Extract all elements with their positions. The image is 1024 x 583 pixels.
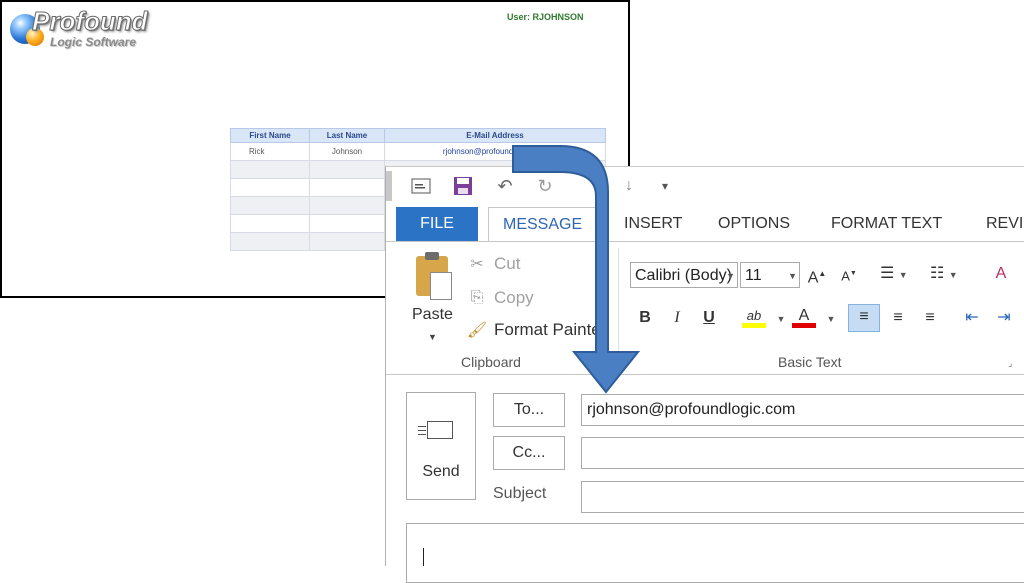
- format-painter-button[interactable]: 🖌 Format Painter: [466, 318, 607, 342]
- cell-last-name: [309, 196, 385, 215]
- cell-first-name: Rick: [230, 142, 310, 161]
- cell-first-name: [230, 232, 310, 251]
- column-header-last-name[interactable]: Last Name: [309, 128, 385, 143]
- quick-access-toolbar: ↶ ↻ ↓ ▾: [386, 167, 1024, 203]
- align-right-icon[interactable]: ≡: [916, 306, 944, 330]
- cell-first-name: [230, 214, 310, 233]
- cell-last-name: [309, 214, 385, 233]
- scissors-icon: ✂: [470, 256, 484, 273]
- dialog-launcher-icon[interactable]: ⌟: [1008, 358, 1012, 369]
- cell-first-name: [230, 178, 310, 197]
- send-envelope-icon: [418, 421, 453, 439]
- send-label: Send: [422, 463, 460, 480]
- highlight-color-icon[interactable]: ab: [740, 304, 768, 328]
- redo-icon[interactable]: ↻: [534, 175, 556, 197]
- ribbon: Paste ▼ ✂ Cut ⎘ Copy 🖌 Format Painter Cl…: [386, 241, 1024, 375]
- numbering-icon[interactable]: ☷ ▼: [930, 262, 958, 286]
- font-color-dropdown-icon[interactable]: ▼: [820, 306, 842, 330]
- cut-button[interactable]: ✂ Cut: [466, 252, 520, 276]
- cell-first-name: [230, 160, 310, 179]
- column-header-first-name[interactable]: First Name: [230, 128, 310, 143]
- profound-logo: Profound Logic Software: [6, 6, 166, 52]
- decrease-indent-icon[interactable]: ⇤: [958, 306, 986, 330]
- tab-file[interactable]: FILE: [396, 207, 478, 241]
- format-painter-label: Format Painter: [494, 320, 607, 339]
- message-window-icon[interactable]: [410, 175, 432, 197]
- tab-format-text[interactable]: FORMAT TEXT: [831, 207, 942, 241]
- highlight-swatch: [742, 323, 766, 328]
- paste-sheet-icon: [430, 272, 452, 300]
- clipboard-group-label: Clipboard: [461, 354, 521, 370]
- logo-subtitle: Logic Software: [50, 35, 137, 49]
- font-color-icon[interactable]: A: [790, 304, 818, 328]
- font-name-value: Calibri (Body): [635, 267, 732, 284]
- cc-button[interactable]: Cc...: [493, 436, 565, 470]
- font-color-swatch: [792, 323, 816, 328]
- subject-field[interactable]: [581, 481, 1024, 513]
- basic-text-group-label: Basic Text: [778, 354, 842, 370]
- shrink-font-icon[interactable]: A▼: [838, 262, 860, 286]
- cell-last-name: [309, 232, 385, 251]
- chevron-down-icon: ▼: [788, 271, 797, 281]
- cell-email-link[interactable]: rjohnson@profoundlogic.com: [384, 142, 606, 161]
- column-header-email[interactable]: E-Mail Address: [384, 128, 606, 143]
- copy-icon: ⎘: [470, 289, 484, 306]
- cut-label: Cut: [494, 254, 521, 273]
- copy-label: Copy: [494, 288, 534, 307]
- paste-label: Paste: [412, 306, 453, 323]
- chevron-down-icon: ▼: [726, 271, 735, 281]
- text-cursor: [423, 548, 424, 566]
- paste-button[interactable]: Paste ▼: [406, 252, 462, 344]
- cell-first-name: [230, 196, 310, 215]
- to-field[interactable]: rjohnson@profoundlogic.com: [581, 394, 1024, 426]
- highlight-dropdown-icon[interactable]: ▼: [770, 306, 792, 330]
- tab-message[interactable]: MESSAGE: [488, 207, 598, 242]
- paintbrush-icon: 🖌: [466, 322, 488, 339]
- down-arrow-icon[interactable]: ↓: [618, 175, 640, 197]
- message-body[interactable]: [406, 523, 1024, 583]
- cc-field[interactable]: [581, 437, 1024, 469]
- subject-label: Subject: [493, 485, 547, 502]
- cell-last-name: [309, 160, 385, 179]
- tab-options[interactable]: OPTIONS: [718, 207, 790, 241]
- customize-qat-icon[interactable]: ▾: [654, 175, 676, 197]
- italic-button[interactable]: I: [666, 306, 688, 330]
- align-left-icon[interactable]: ≡: [848, 304, 880, 332]
- cell-last-name: Johnson: [309, 142, 385, 161]
- undo-icon[interactable]: ↶: [494, 175, 516, 197]
- font-size-value: 11: [745, 267, 762, 284]
- bold-button[interactable]: B: [634, 306, 656, 330]
- cell-last-name: [309, 178, 385, 197]
- grow-font-icon[interactable]: A▲: [806, 262, 828, 286]
- table-row[interactable]: Rick Johnson rjohnson@profoundlogic.com: [230, 142, 606, 161]
- group-divider: [618, 248, 619, 366]
- send-button[interactable]: Send: [406, 392, 476, 500]
- to-button[interactable]: To...: [493, 393, 565, 427]
- font-size-select[interactable]: 11 ▼: [740, 262, 800, 288]
- copy-button[interactable]: ⎘ Copy: [466, 286, 534, 310]
- user-label: User: RJOHNSON: [507, 12, 584, 22]
- outlook-message-window: ↶ ↻ ↓ ▾ FILE MESSAGE INSERT OPTIONS FORM…: [385, 166, 1024, 583]
- underline-button[interactable]: U: [698, 306, 720, 330]
- tab-insert[interactable]: INSERT: [624, 207, 682, 241]
- save-icon[interactable]: [452, 175, 474, 197]
- clear-formatting-icon[interactable]: A: [990, 262, 1012, 286]
- logo-title: Profound: [32, 6, 149, 37]
- bullets-icon[interactable]: ☰ ▼: [880, 262, 908, 286]
- increase-indent-icon[interactable]: ⇥: [990, 306, 1018, 330]
- paste-dropdown-icon[interactable]: ▼: [428, 332, 437, 342]
- align-center-icon[interactable]: ≡: [884, 306, 912, 330]
- font-name-select[interactable]: Calibri (Body) ▼: [630, 262, 738, 288]
- tab-review[interactable]: REVIEW: [986, 207, 1024, 241]
